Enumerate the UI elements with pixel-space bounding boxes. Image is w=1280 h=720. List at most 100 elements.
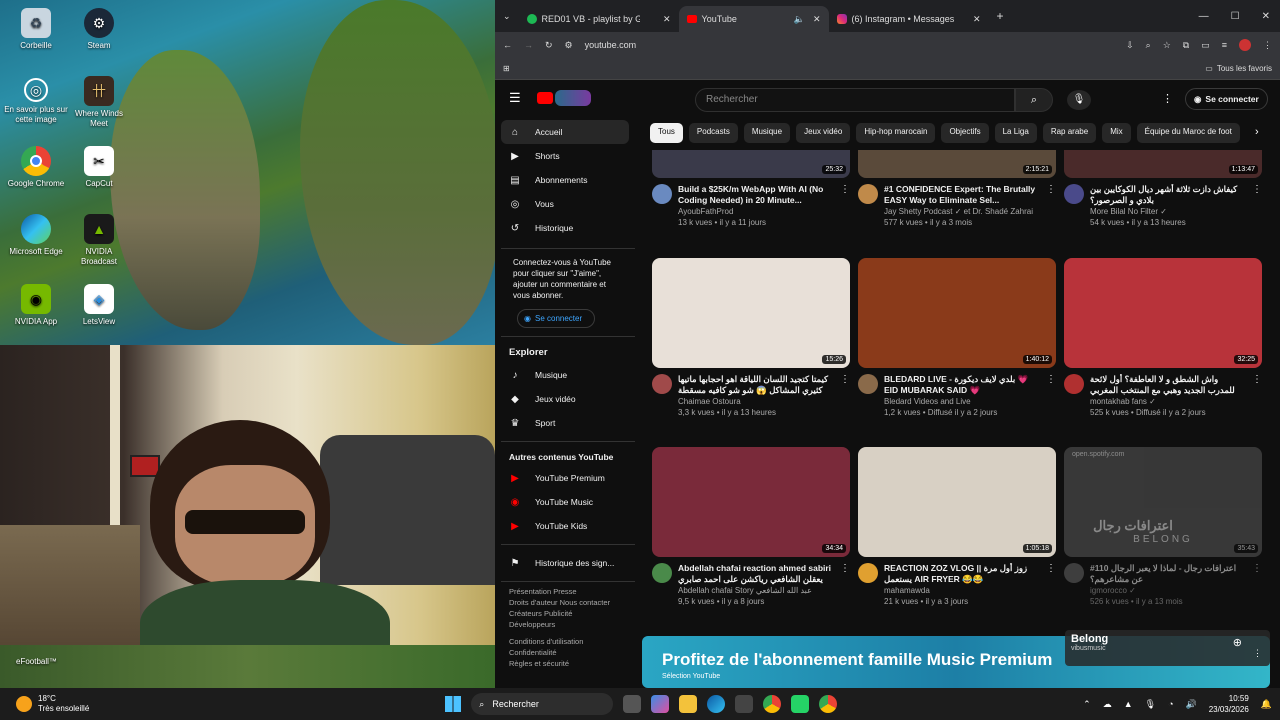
video-card[interactable]: 35:43 #110 اعترافات رجال - لماذا لا يعبر … <box>1064 447 1262 607</box>
channel-name[interactable]: Bledard Videos and Live <box>884 396 1040 407</box>
sidebar-item-premium[interactable]: ▶ YouTube Premium <box>495 466 635 490</box>
tab-instagram[interactable]: (6) Instagram • Messages ✕ <box>829 6 989 32</box>
channel-name[interactable]: montakhab fans ✓ <box>1090 396 1246 407</box>
search-button[interactable]: ⌕ <box>1015 88 1053 112</box>
wifi-icon[interactable]: ◔ <box>1168 699 1173 709</box>
video-title[interactable]: Abdellah chafai reaction ahmed sabiri يع… <box>678 563 834 585</box>
tab-search-icon[interactable]: ⌄ <box>503 11 511 22</box>
video-title[interactable]: #110 اعترافات رجال - لماذا لا يعبر الرجا… <box>1090 563 1246 585</box>
video-card[interactable]: 1:13:47 كيفاش دازت ثلاثة أشهر ديال الكوكا… <box>1064 150 1262 228</box>
channel-avatar[interactable] <box>858 184 878 204</box>
chip-goals[interactable]: Objectifs <box>941 123 989 143</box>
sidebar-item-you[interactable]: ◎ Vous <box>495 192 635 216</box>
sidebar-signin-button[interactable]: ◉ Se connecter <box>517 309 595 328</box>
zoom-icon[interactable]: ⌕ <box>1146 40 1151 51</box>
sidebar-item-sport[interactable]: ♛ Sport <box>495 411 635 435</box>
chip-laliga[interactable]: La Liga <box>994 123 1037 143</box>
channel-avatar[interactable] <box>1064 374 1084 394</box>
weather-icon[interactable] <box>16 696 32 712</box>
chip-mix[interactable]: Mix <box>1102 123 1131 143</box>
channel-name[interactable]: Chaimae Ostoura <box>678 396 834 407</box>
tab-youtube[interactable]: YouTube 🔈 ✕ <box>678 6 829 32</box>
desktop-icon-nvidia-broadcast[interactable]: ▲ NVIDIA Broadcast <box>67 214 131 267</box>
hamburger-icon[interactable]: ☰ <box>509 90 521 106</box>
chip-podcasts[interactable]: Podcasts <box>688 123 738 143</box>
forward-icon[interactable]: → <box>524 40 533 50</box>
video-thumbnail[interactable]: 2:15:21 <box>858 150 1056 178</box>
voice-search-button[interactable]: 🎙 <box>1067 90 1091 110</box>
close-icon[interactable]: ✕ <box>973 14 981 25</box>
video-thumbnail[interactable]: 15:26 <box>652 258 850 368</box>
sidebar-item-music-app[interactable]: ◉ YouTube Music <box>495 490 635 514</box>
channel-name[interactable]: mahamawda <box>884 585 1040 596</box>
task-view-icon[interactable] <box>623 695 642 713</box>
chrome-profile-icon[interactable] <box>819 695 838 713</box>
notification-icon[interactable]: 🔔 <box>1261 699 1272 710</box>
chip-morocco-team[interactable]: Équipe du Maroc de foot <box>1136 123 1240 143</box>
desktop-icon-chrome[interactable]: Google Chrome <box>4 146 68 189</box>
video-title[interactable]: #1 CONFIDENCE Expert: The Brutally EASY … <box>884 184 1040 206</box>
video-card[interactable]: 15:26 كيمتا كتجيد اللسان اللياقة اهو احجا… <box>652 258 850 418</box>
audio-icon[interactable]: 🔈 <box>794 14 805 25</box>
back-icon[interactable]: ← <box>503 40 512 50</box>
url-field[interactable]: youtube.com <box>585 40 1114 50</box>
edge-icon[interactable] <box>707 695 726 713</box>
sidepanel-icon[interactable]: ▭ <box>1201 40 1210 51</box>
sidebar-item-history[interactable]: ↺ Historique <box>495 216 635 240</box>
video-card[interactable]: 25:32 Build a $25K/m WebApp With AI (No C… <box>652 150 850 228</box>
video-thumbnail[interactable]: 32:25 <box>1064 258 1262 368</box>
chip-arab-rap[interactable]: Rap arabe <box>1042 123 1097 143</box>
video-title[interactable]: واش الشطق و لا العاطفة؟ أول لائحة للمدرب… <box>1090 374 1246 396</box>
channel-avatar[interactable] <box>858 374 878 394</box>
tab-playlist[interactable]: RED01 VB - playlist by Gre ✕ <box>519 6 679 32</box>
channel-name[interactable]: Jay Shetty Podcast ✓ et Dr. Shadé Zahrai <box>884 206 1040 217</box>
close-window-icon[interactable]: ✕ <box>1262 11 1270 22</box>
chip-music[interactable]: Musique <box>743 123 791 143</box>
minimize-icon[interactable]: — <box>1199 11 1209 22</box>
channel-avatar[interactable] <box>1064 563 1084 583</box>
video-menu-icon[interactable]: ⋮ <box>840 563 850 607</box>
chevron-up-icon[interactable]: ⌃ <box>1083 699 1091 710</box>
desktop-icon-where-winds-meet[interactable]: 卄 Where Winds Meet <box>67 76 131 129</box>
apps-icon[interactable]: ⊞ <box>503 64 510 73</box>
video-card[interactable]: 2:15:21 #1 CONFIDENCE Expert: The Brutall… <box>858 150 1056 228</box>
spotify-link-overlay[interactable]: open.spotify.com اعترافات رجال BELONG <box>1064 447 1262 557</box>
video-title[interactable]: كيفاش دازت ثلاثة أشهر ديال الكوكايين بين… <box>1090 184 1246 206</box>
sidebar-item-home[interactable]: ⌂ Accueil <box>501 120 629 144</box>
video-menu-icon[interactable]: ⋮ <box>1252 563 1262 607</box>
close-icon[interactable]: ✕ <box>663 14 671 25</box>
clock-time[interactable]: 10:59 <box>1209 693 1249 704</box>
video-menu-icon[interactable]: ⋮ <box>1046 184 1056 228</box>
desktop-icon-capcut[interactable]: ✂ CapCut <box>67 146 131 189</box>
maximize-icon[interactable]: ☐ <box>1231 11 1240 22</box>
signin-button[interactable]: ◉ Se connecter <box>1185 88 1268 110</box>
sidebar-item-subscriptions[interactable]: ▤ Abonnements <box>495 168 635 192</box>
menu-icon[interactable]: ⋮ <box>1263 40 1272 51</box>
whatsapp-icon[interactable] <box>791 695 810 713</box>
video-thumbnail[interactable]: 1:05:18 <box>858 447 1056 557</box>
taskbar-search[interactable]: ⌕ Rechercher <box>471 693 614 715</box>
youtube-logo[interactable] <box>537 92 553 104</box>
chrome-icon[interactable] <box>763 695 782 713</box>
chips-next-icon[interactable]: › <box>1255 126 1259 138</box>
channel-avatar[interactable] <box>652 184 672 204</box>
sidebar-item-shorts[interactable]: ▶ Shorts <box>495 144 635 168</box>
new-tab-button[interactable]: + <box>997 9 1004 23</box>
star-icon[interactable]: ☆ <box>1163 40 1171 51</box>
channel-name[interactable]: AyoubFathProd <box>678 206 834 217</box>
video-thumbnail[interactable]: 1:13:47 <box>1064 150 1262 178</box>
video-menu-icon[interactable]: ⋮ <box>1046 563 1056 607</box>
site-info-icon[interactable]: ⚙ <box>565 40 573 51</box>
desktop-icon-letsview[interactable]: ◈ LetsView <box>67 284 131 327</box>
volume-icon[interactable]: 🔊 <box>1186 699 1197 710</box>
mic-icon[interactable]: 🎙 <box>1145 699 1156 710</box>
channel-avatar[interactable] <box>1064 184 1084 204</box>
video-thumbnail[interactable]: 1:40:12 <box>858 258 1056 368</box>
more-icon[interactable]: ⋮ <box>1253 648 1262 659</box>
channel-avatar[interactable] <box>858 563 878 583</box>
video-title[interactable]: كيمتا كتجيد اللسان اللياقة اهو احجابها م… <box>678 374 834 396</box>
profile-avatar[interactable] <box>1239 39 1251 51</box>
file-explorer-icon[interactable] <box>679 695 698 713</box>
desktop-icon-edge[interactable]: Microsoft Edge <box>4 214 68 257</box>
sidebar-item-report-history[interactable]: ⚑ Historique des sign... <box>495 551 635 575</box>
